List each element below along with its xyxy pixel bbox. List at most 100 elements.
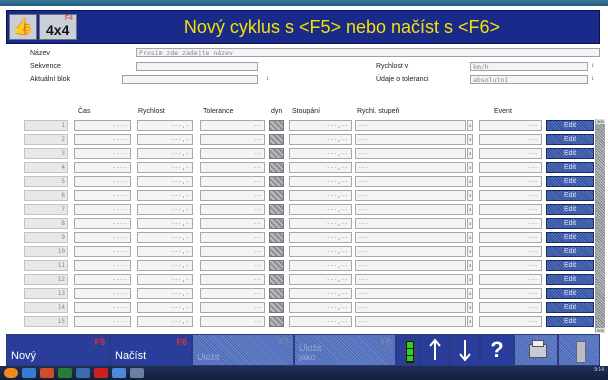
rychl-stupen-select[interactable]: --- [355,134,466,145]
rychl-stupen-select[interactable]: --- [355,120,466,131]
edit-button[interactable]: Edit [546,302,594,313]
edit-button[interactable]: Edit [546,134,594,145]
cas-cell[interactable]: ---- [74,274,131,285]
rychl-stupen-spin-icon[interactable]: ↕ [467,274,473,285]
edit-button[interactable]: Edit [546,204,594,215]
event-cell[interactable]: --- [479,288,542,299]
taskbar-app-icon[interactable] [40,368,54,378]
rychl-stupen-spin-icon[interactable]: ↕ [467,218,473,229]
print-icon[interactable] [514,334,558,366]
rychlost-cell[interactable]: ---,- [137,218,193,229]
nacist-button[interactable]: F6 Načíst [110,334,192,366]
rychlost-cell[interactable]: ---,- [137,148,193,159]
rychl-stupen-spin-icon[interactable]: ↕ [467,162,473,173]
dyn-toggle[interactable] [269,218,284,229]
nazev-input[interactable]: Prosím zde zadejte název [136,48,600,57]
cas-cell[interactable]: ---- [74,246,131,257]
rychl-stupen-select[interactable]: --- [355,274,466,285]
udaje-tolerance-select[interactable]: absolutní [470,75,588,84]
stoupani-cell[interactable]: ---,-- [289,204,352,215]
event-cell[interactable]: --- [479,218,542,229]
novy-button[interactable]: F5 Nový [6,334,110,366]
dyn-toggle[interactable] [269,120,284,131]
event-cell[interactable]: --- [479,148,542,159]
tolerance-cell[interactable]: -- [200,218,265,229]
dyn-toggle[interactable] [269,232,284,243]
dyn-toggle[interactable] [269,204,284,215]
taskbar-app-icon[interactable] [112,368,126,378]
taskbar-app-icon[interactable] [130,368,144,378]
rychl-stupen-select[interactable]: --- [355,316,466,327]
rychlost-cell[interactable]: ---,- [137,134,193,145]
stoupani-cell[interactable]: ---,-- [289,232,352,243]
dyn-toggle[interactable] [269,302,284,313]
tolerance-cell[interactable]: -- [200,176,265,187]
edit-button[interactable]: Edit [546,190,594,201]
edit-button[interactable]: Edit [546,232,594,243]
tolerance-cell[interactable]: -- [200,260,265,271]
edit-button[interactable]: Edit [546,162,594,173]
cas-cell[interactable]: ---- [74,148,131,159]
stoupani-cell[interactable]: ---,-- [289,176,352,187]
help-icon[interactable]: ? [480,334,514,366]
event-cell[interactable]: --- [479,162,542,173]
stoupani-cell[interactable]: ---,-- [289,246,352,257]
arrow-up-icon[interactable] [420,334,450,366]
edit-button[interactable]: Edit [546,246,594,257]
event-cell[interactable]: --- [479,204,542,215]
edit-button[interactable]: Edit [546,218,594,229]
rychl-stupen-spin-icon[interactable]: ↕ [467,120,473,131]
tolerance-cell[interactable]: -- [200,148,265,159]
cas-cell[interactable]: ---- [74,134,131,145]
rychlost-cell[interactable]: ---,- [137,246,193,257]
taskbar-app-icon[interactable] [76,368,90,378]
dyn-toggle[interactable] [269,148,284,159]
cas-cell[interactable]: ---- [74,190,131,201]
cas-cell[interactable]: ---- [74,288,131,299]
tolerance-cell[interactable]: -- [200,134,265,145]
tolerance-cell[interactable]: -- [200,232,265,243]
tolerance-cell[interactable]: -- [200,162,265,173]
rychl-stupen-spin-icon[interactable]: ↕ [467,260,473,271]
stoupani-cell[interactable]: ---,-- [289,120,352,131]
event-cell[interactable]: --- [479,190,542,201]
edit-button[interactable]: Edit [546,274,594,285]
event-cell[interactable]: --- [479,260,542,271]
rychlost-cell[interactable]: ---,- [137,274,193,285]
event-cell[interactable]: --- [479,232,542,243]
rychlost-v-select[interactable]: km/h [470,62,588,71]
edit-button[interactable]: Edit [546,148,594,159]
window-titlebar[interactable] [0,0,608,6]
rychl-stupen-spin-icon[interactable]: ↕ [467,302,473,313]
event-cell[interactable]: --- [479,120,542,131]
event-cell[interactable]: --- [479,316,542,327]
dyn-toggle[interactable] [269,260,284,271]
stoupani-cell[interactable]: ---,-- [289,288,352,299]
arrow-down-icon[interactable] [450,334,480,366]
tolerance-cell[interactable]: -- [200,274,265,285]
edit-button[interactable]: Edit [546,176,594,187]
stoupani-cell[interactable]: ---,-- [289,274,352,285]
mode-4x4-button[interactable]: F4 4x4 [39,14,77,40]
rychlost-cell[interactable]: ---,- [137,162,193,173]
taskbar-app-icon[interactable] [94,368,108,378]
tolerance-cell[interactable]: -- [200,246,265,257]
rychl-stupen-select[interactable]: --- [355,288,466,299]
rychlost-cell[interactable]: ---,- [137,176,193,187]
dyn-toggle[interactable] [269,316,284,327]
cas-cell[interactable]: ---- [74,204,131,215]
event-cell[interactable]: --- [479,134,542,145]
edit-button[interactable]: Edit [546,288,594,299]
exit-icon[interactable] [558,334,600,366]
cas-cell[interactable]: ---- [74,218,131,229]
udaje-tolerance-spin-icon[interactable]: ↕ [590,75,595,84]
aktualni-blok-input[interactable] [122,75,258,84]
rychlost-cell[interactable]: ---,- [137,260,193,271]
tolerance-cell[interactable]: -- [200,288,265,299]
cas-cell[interactable]: ---- [74,260,131,271]
stoupani-cell[interactable]: ---,-- [289,190,352,201]
rychlost-cell[interactable]: ---,- [137,204,193,215]
cas-cell[interactable]: ---- [74,302,131,313]
cas-cell[interactable]: ---- [74,120,131,131]
rychlost-cell[interactable]: ---,- [137,288,193,299]
